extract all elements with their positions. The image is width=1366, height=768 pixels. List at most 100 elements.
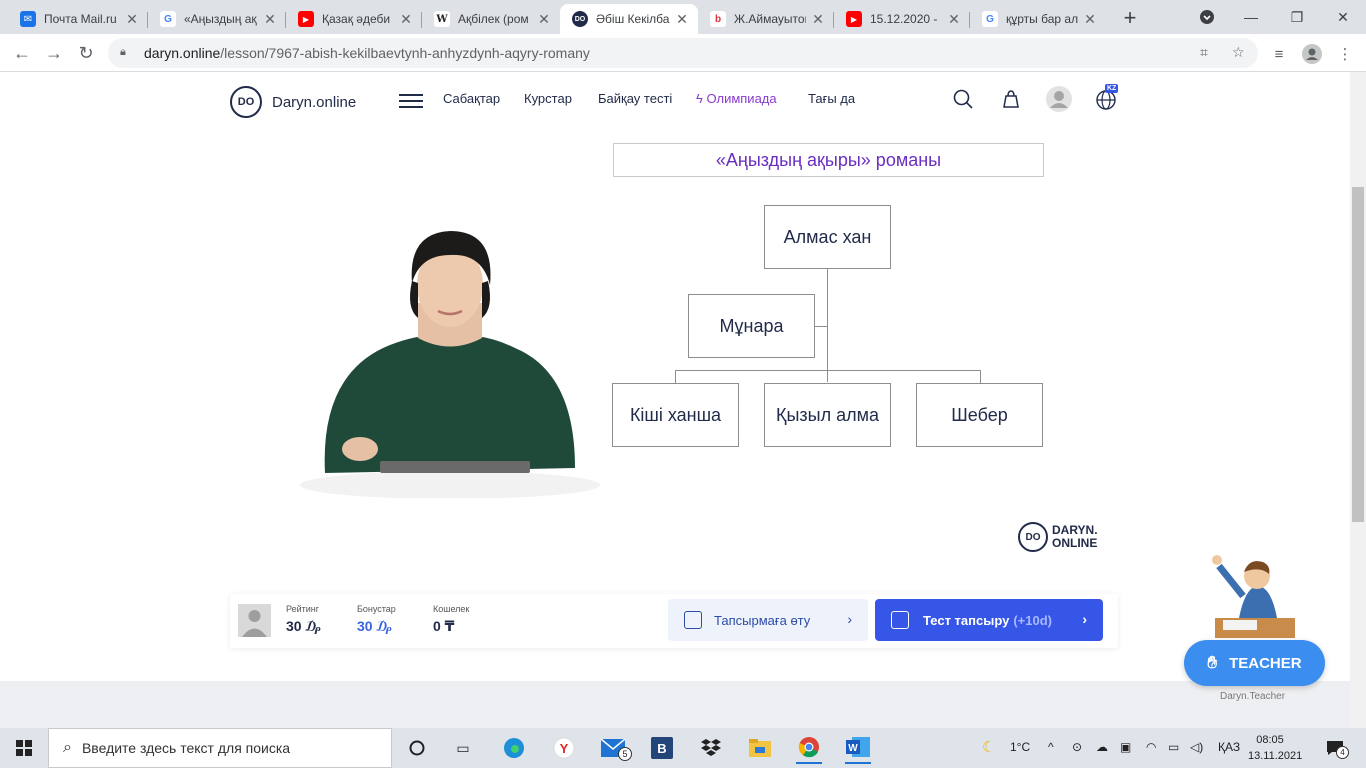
lock-icon: 🔒︎ [120, 46, 126, 58]
page-lower-section [0, 681, 1350, 728]
connector-line [814, 326, 827, 327]
stat-bonus: Бонустар 30 ₯ [357, 604, 396, 634]
tray-monitor-icon[interactable]: ▣ [1120, 740, 1131, 754]
input-language[interactable]: ҚАЗ [1218, 740, 1240, 754]
language-globe-icon[interactable]: KZ [1093, 84, 1121, 113]
browser-tabstrip: ✉ Почта Mail.ru ✕ G «Аңыздың ақ ✕ ▶ Қаза… [0, 0, 1366, 34]
node-root: Алмас хан [764, 205, 891, 269]
connector-line [675, 370, 980, 371]
youtube-icon: ▶ [846, 11, 862, 27]
search-icon[interactable] [949, 85, 977, 113]
page-scrollbar[interactable] [1350, 72, 1366, 728]
system-clock[interactable]: 08:05 13.11.2021 [1248, 732, 1302, 764]
windows-start-icon[interactable] [0, 728, 48, 768]
nav-courses[interactable]: Курстар [524, 91, 572, 106]
stats-avatar [238, 604, 271, 637]
scrollbar-thumb[interactable] [1352, 187, 1364, 522]
svg-text:W: W [848, 743, 858, 754]
notifications-badge: 4 [1336, 746, 1349, 759]
lightning-icon: ϟ [696, 91, 703, 106]
reload-icon[interactable]: ↻ [72, 39, 100, 67]
tab-search-icon[interactable] [1184, 0, 1230, 34]
task-view-icon[interactable]: ▭ [450, 736, 476, 760]
file-explorer-icon[interactable] [747, 736, 773, 760]
close-tab-icon[interactable]: ✕ [674, 11, 690, 28]
logo-text: Daryn.online [272, 93, 357, 111]
yandex-browser-icon[interactable]: Y [551, 736, 577, 760]
profile-icon[interactable] [1301, 43, 1323, 65]
cortana-icon[interactable] [404, 736, 430, 760]
nav-olympiad[interactable]: ϟ Олимпиада [696, 91, 777, 106]
nav-more[interactable]: Тағы да [808, 91, 855, 106]
close-tab-icon[interactable]: ✕ [946, 11, 962, 28]
close-tab-icon[interactable]: ✕ [262, 11, 278, 28]
menu-kebab-icon[interactable]: ⋮ [1334, 43, 1356, 65]
chevron-right-icon: › [847, 611, 852, 627]
close-tab-icon[interactable]: ✕ [398, 11, 414, 28]
shopping-bag-icon[interactable] [997, 85, 1025, 113]
connector-line [827, 269, 828, 382]
minimize-icon[interactable]: — [1228, 0, 1274, 34]
close-tab-icon[interactable]: ✕ [536, 11, 552, 28]
user-avatar[interactable] [1045, 85, 1073, 113]
forward-icon[interactable]: → [40, 39, 68, 67]
browser-tab[interactable]: ✉ Почта Mail.ru ✕ [8, 4, 148, 34]
weather-moon-icon[interactable]: ☾ [982, 738, 995, 756]
restore-icon[interactable]: ❐ [1274, 0, 1320, 34]
nav-lessons[interactable]: Сабақтар [443, 91, 500, 106]
notifications-icon[interactable]: 4 [1322, 736, 1349, 760]
translate-icon[interactable]: ⌗ [1200, 44, 1208, 61]
watermark-mark: DO [1018, 522, 1048, 552]
browser-toolbar: ← → ↻ 🔒︎ daryn.online/lesson/7967-abish-… [0, 34, 1366, 72]
reading-list-icon[interactable]: ≡ [1268, 43, 1290, 65]
browser-tab[interactable]: ▶ Қазақ әдеби ✕ [286, 4, 422, 34]
tray-chevron-up-icon[interactable]: ^ [1048, 740, 1054, 754]
word-icon[interactable]: W [845, 732, 871, 764]
new-tab-button[interactable]: + [1116, 4, 1144, 32]
volume-icon[interactable]: ◁) [1190, 740, 1203, 754]
take-test-button[interactable]: Тест тапсыру (+10d) › [875, 599, 1103, 641]
logo-mark: DO [230, 86, 262, 118]
taskbar-search-input[interactable]: ⌕ Введите здесь текст для поиска [48, 728, 392, 768]
tray-app-icon[interactable]: ⊙ [1072, 740, 1082, 754]
edge-icon[interactable] [501, 736, 527, 760]
temperature[interactable]: 1°C [1010, 740, 1030, 754]
browser-tab-active[interactable]: DO Әбіш Кекілба ✕ [560, 4, 698, 34]
slide-watermark-logo: DO DARYN. ONLINE [1018, 522, 1098, 552]
dropbox-icon[interactable] [698, 736, 724, 760]
slide-title: «Аңыздың ақыры» романы [613, 143, 1044, 177]
teacher-button[interactable]: ✋︎ TEACHER [1184, 640, 1325, 686]
google-icon: G [982, 11, 998, 27]
bookmark-star-icon[interactable]: ☆ [1232, 44, 1245, 61]
close-window-icon[interactable]: ✕ [1320, 0, 1366, 34]
google-icon: G [160, 11, 176, 27]
tray-cloud-icon[interactable]: ☁ [1096, 740, 1108, 754]
task-list-icon [684, 611, 702, 629]
mail-app-icon[interactable]: 5 [600, 736, 632, 761]
wifi-icon[interactable]: ◠ [1146, 740, 1156, 754]
lesson-slide: «Аңыздың ақыры» романы Алмас хан Мұнара … [230, 128, 1120, 568]
go-to-task-button[interactable]: Тапсырмаға өту › [668, 599, 868, 641]
hamburger-menu-icon[interactable] [399, 94, 423, 108]
browser-tab[interactable]: W Ақбілек (ром ✕ [422, 4, 560, 34]
chevron-right-icon: › [1082, 611, 1087, 627]
site-icon: b [710, 11, 726, 27]
nav-trial-test[interactable]: Байқау тесті [598, 91, 672, 106]
node-branch-1: Кіші ханша [612, 383, 739, 447]
close-tab-icon[interactable]: ✕ [124, 11, 140, 28]
chrome-icon[interactable] [796, 732, 822, 764]
back-icon[interactable]: ← [8, 39, 36, 67]
address-bar[interactable]: 🔒︎ daryn.online/lesson/7967-abish-kekilb… [108, 38, 1258, 68]
browser-tab[interactable]: G құрты бар ал ✕ [970, 4, 1106, 34]
site-header: DO Daryn.online Сабақтар Курстар Байқау … [0, 72, 1350, 128]
site-logo[interactable]: DO Daryn.online [230, 86, 356, 118]
presenter-video[interactable] [300, 223, 610, 498]
browser-tab[interactable]: b Ж.Аймауытов ✕ [698, 4, 834, 34]
browser-tab[interactable]: G «Аңыздың ақ ✕ [148, 4, 286, 34]
close-tab-icon[interactable]: ✕ [1082, 11, 1098, 28]
app-b-icon[interactable]: B [649, 736, 675, 760]
browser-tab[interactable]: ▶ 15.12.2020 - ✕ [834, 4, 970, 34]
close-tab-icon[interactable]: ✕ [810, 11, 826, 28]
url-host: daryn.online [144, 45, 221, 61]
battery-icon[interactable]: ▭ [1168, 740, 1179, 754]
